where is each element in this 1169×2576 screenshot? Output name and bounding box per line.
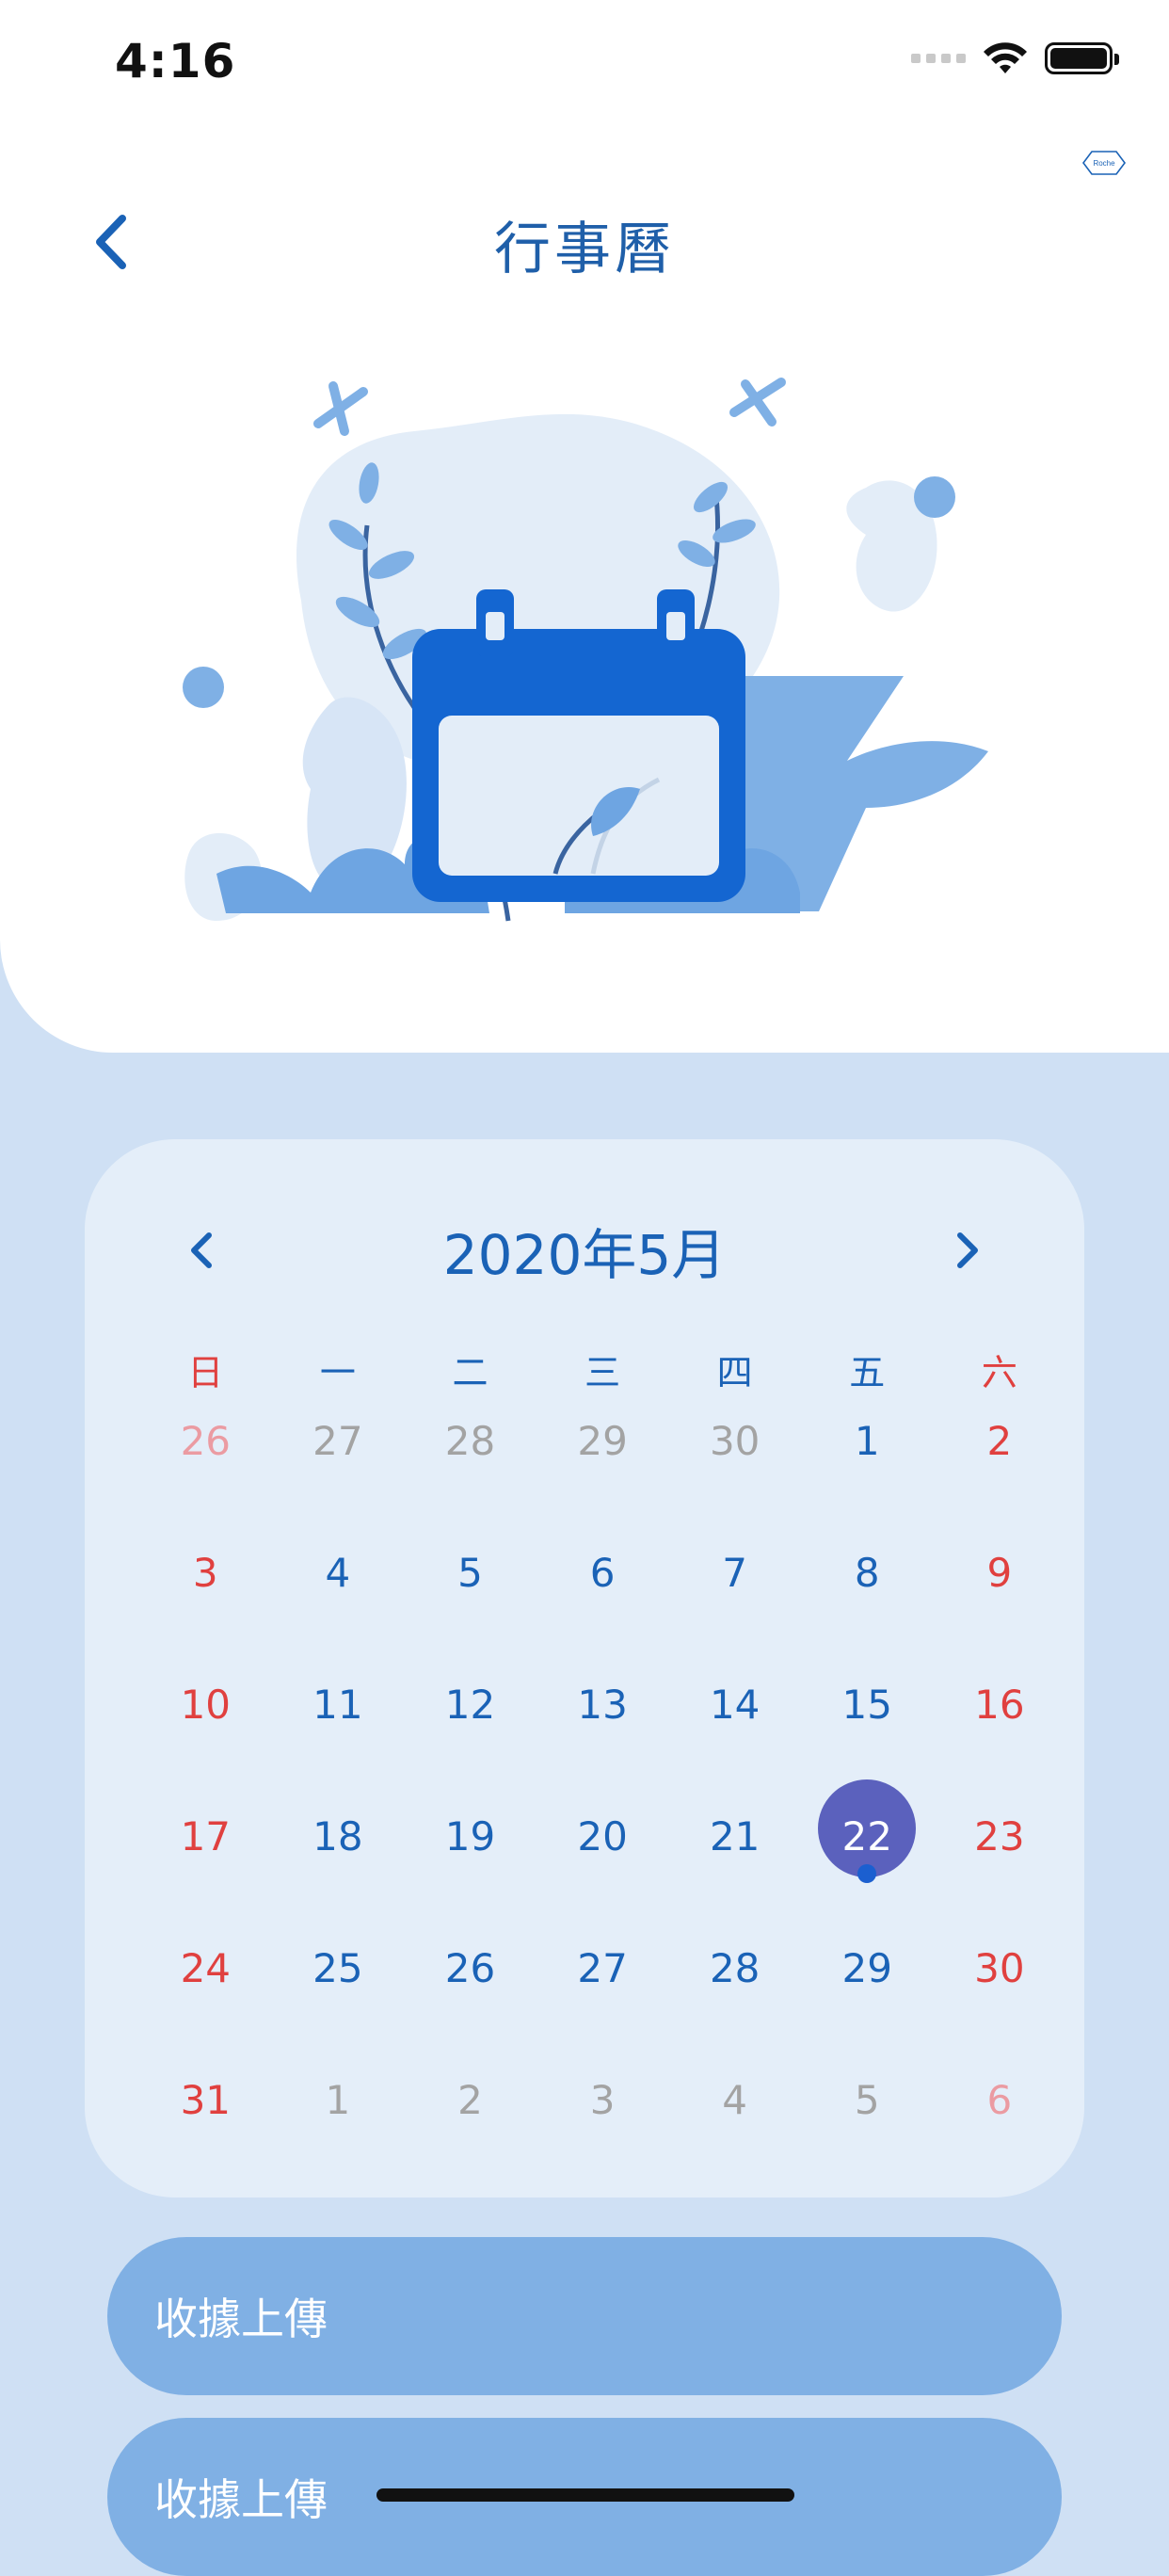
calendar-grid: 日 一 二 三 四 五 六 26 27 28 29 30 1 2 3 4 5 6… <box>139 1324 1025 2205</box>
calendar-day[interactable]: 12 <box>404 1678 536 1810</box>
calendar-card: 2020年5月 日 一 二 三 四 五 六 26 27 28 29 30 1 2… <box>85 1139 1084 2198</box>
calendar-day[interactable]: 31 <box>139 2073 272 2205</box>
calendar-day-selected[interactable]: 22 <box>801 1779 934 1941</box>
calendar-day[interactable]: 29 <box>536 1414 669 1546</box>
calendar-day[interactable]: 16 <box>934 1678 1066 1810</box>
calendar-day[interactable]: 14 <box>668 1678 801 1810</box>
calendar-day[interactable]: 30 <box>934 1941 1066 2073</box>
calendar-day[interactable]: 27 <box>272 1414 405 1546</box>
calendar-day[interactable]: 11 <box>272 1678 405 1810</box>
calendar-day[interactable]: 13 <box>536 1678 669 1810</box>
page-title: 行事曆 <box>494 217 675 282</box>
calendar-day[interactable]: 5 <box>404 1546 536 1678</box>
calendar-day[interactable]: 1 <box>801 1414 934 1546</box>
calendar-day[interactable]: 26 <box>404 1941 536 2073</box>
calendar-day[interactable]: 4 <box>272 1546 405 1678</box>
calendar-day[interactable]: 26 <box>139 1414 272 1546</box>
receipt-upload-button[interactable]: 收據上傳 <box>107 2237 1062 2395</box>
weekday-header: 二 <box>452 1351 488 1393</box>
calendar-day[interactable]: 4 <box>668 2073 801 2205</box>
home-indicator <box>376 2488 794 2502</box>
calendar-day[interactable]: 27 <box>536 1941 669 2073</box>
receipt-upload-label: 收據上傳 <box>154 2294 328 2344</box>
calendar-day[interactable]: 1 <box>272 2073 405 2205</box>
weekday-header: 日 <box>187 1351 224 1393</box>
calendar-day[interactable]: 8 <box>801 1546 934 1678</box>
weekday-header: 四 <box>716 1351 753 1393</box>
calendar-day[interactable]: 17 <box>139 1810 272 1941</box>
calendar-day[interactable]: 25 <box>272 1941 405 2073</box>
calendar-month-title: 2020年5月 <box>442 1223 727 1287</box>
battery-icon <box>1045 42 1119 74</box>
calendar-day[interactable]: 10 <box>139 1678 272 1810</box>
status-time: 4:16 <box>115 34 236 89</box>
calendar-day[interactable]: 23 <box>934 1810 1066 1941</box>
status-icons <box>911 41 1119 75</box>
wifi-icon <box>984 42 1027 73</box>
weekday-header: 六 <box>981 1351 1017 1393</box>
header-area: 4:16 Roche 行事曆 <box>0 0 1169 1053</box>
calendar-day[interactable]: 2 <box>934 1414 1066 1546</box>
calendar-day[interactable]: 19 <box>404 1810 536 1941</box>
calendar-day[interactable]: 28 <box>404 1414 536 1546</box>
weekday-header: 五 <box>849 1351 886 1393</box>
next-month-button[interactable] <box>943 1222 990 1279</box>
event-dot-icon <box>857 1864 877 1883</box>
receipt-upload-label: 收據上傳 <box>154 2474 328 2525</box>
calendar-day[interactable]: 6 <box>536 1546 669 1678</box>
calendar-day[interactable]: 24 <box>139 1941 272 2073</box>
calendar-day[interactable]: 7 <box>668 1546 801 1678</box>
roche-logo: Roche <box>1082 151 1126 175</box>
calendar-day[interactable]: 29 <box>801 1941 934 2073</box>
calendar-day[interactable]: 21 <box>668 1810 801 1941</box>
calendar-day[interactable]: 6 <box>934 2073 1066 2205</box>
cellular-signal-icon <box>911 54 966 63</box>
calendar-illustration <box>183 378 988 922</box>
calendar-day[interactable]: 28 <box>668 1941 801 2073</box>
calendar-day[interactable]: 5 <box>801 2073 934 2205</box>
calendar-day[interactable]: 3 <box>536 2073 669 2205</box>
svg-text:Roche: Roche <box>1093 159 1115 168</box>
calendar-day[interactable]: 3 <box>139 1546 272 1678</box>
calendar-day[interactable]: 30 <box>668 1414 801 1546</box>
weekday-header: 三 <box>584 1351 621 1393</box>
calendar-day[interactable]: 2 <box>404 2073 536 2205</box>
calendar-day[interactable]: 18 <box>272 1810 405 1941</box>
weekday-header: 一 <box>319 1351 356 1393</box>
calendar-day[interactable]: 20 <box>536 1810 669 1941</box>
calendar-day[interactable]: 9 <box>934 1546 1066 1678</box>
